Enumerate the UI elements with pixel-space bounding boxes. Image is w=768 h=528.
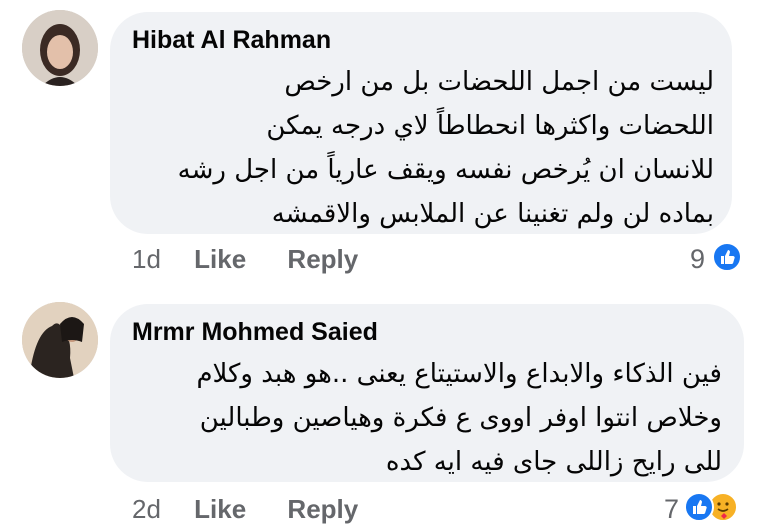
reply-button[interactable]: Reply bbox=[287, 494, 358, 524]
comment-line: للانسان ان يُرخص نفسه ويقف عارياً من اجل… bbox=[177, 155, 714, 185]
comment-timestamp[interactable]: 2d bbox=[132, 494, 161, 524]
reply-button[interactable]: Reply bbox=[287, 244, 358, 274]
avatar[interactable] bbox=[22, 302, 98, 378]
reaction-summary[interactable]: 9 bbox=[686, 242, 748, 276]
comment-line: للى رايح زاللى جاى فيه ايه كده bbox=[385, 447, 722, 477]
comment-meta: 2d Like Reply bbox=[132, 494, 358, 525]
avatar[interactable] bbox=[22, 10, 98, 86]
comment-line: ليست من اجمل اللحضات بل من ارخص bbox=[284, 67, 714, 97]
reaction-summary[interactable]: 7 bbox=[664, 492, 754, 526]
reaction-count: 9 bbox=[690, 244, 706, 274]
like-icon bbox=[684, 492, 714, 522]
comment-author[interactable]: Mrmr Mohmed Saied bbox=[132, 318, 378, 347]
comment-timestamp[interactable]: 1d bbox=[132, 244, 161, 274]
comment-text: ليست من اجمل اللحضات بل من ارخص اللحضات … bbox=[114, 60, 714, 236]
comment-author[interactable]: Hibat Al Rahman bbox=[132, 26, 331, 55]
comment-line: وخلاص انتوا اوفر اووى ع فكرة وهياصين وطب… bbox=[199, 403, 722, 433]
comment-meta: 1d Like Reply bbox=[132, 244, 358, 275]
comment-text: فين الذكاء والابداع والاستيتاع يعنى ..هو… bbox=[102, 352, 722, 484]
like-button[interactable]: Like bbox=[194, 494, 246, 524]
like-button[interactable]: Like bbox=[194, 244, 246, 274]
comment-line: اللحضات واكثرها انحطاطاً لاي درجه يمكن bbox=[266, 111, 714, 141]
reaction-count: 7 bbox=[664, 494, 680, 524]
comment-line: بماده لن ولم تغنينا عن الملابس والاقمشه bbox=[271, 199, 714, 229]
like-icon bbox=[712, 242, 742, 272]
comment-line: فين الذكاء والابداع والاستيتاع يعنى ..هو… bbox=[196, 359, 722, 389]
